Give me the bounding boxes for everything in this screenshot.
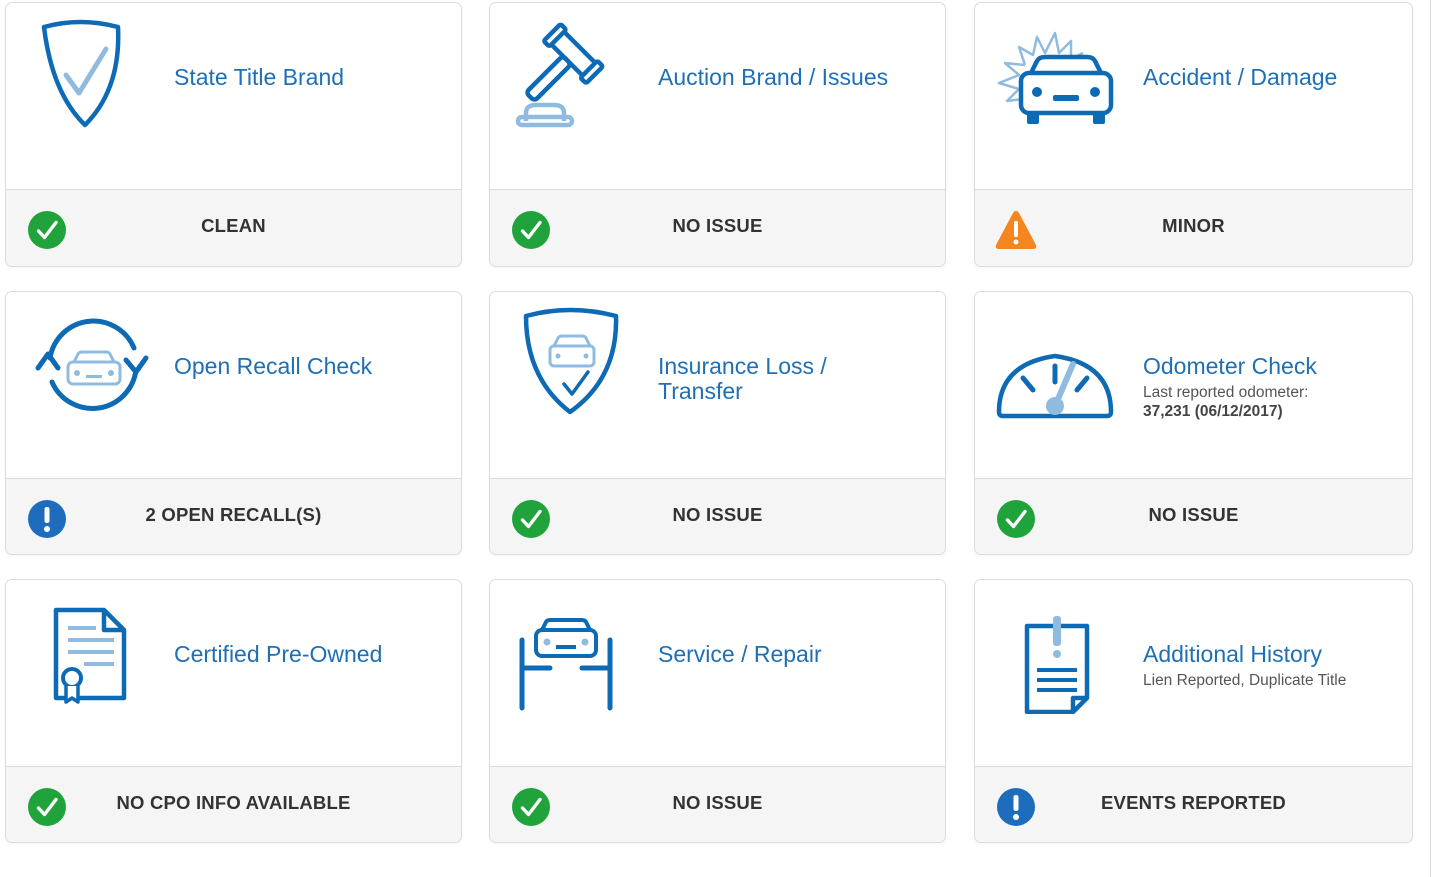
speedometer-icon [991,302,1127,426]
card-certified-pre-owned[interactable]: Certified Pre-Owned NO CPO INFO AVAILABL… [5,579,462,843]
card-title: State Title Brand [174,64,345,90]
shield-car-icon [506,302,642,426]
car-lift-icon [506,590,642,714]
status-label: NO CPO INFO AVAILABLE [116,792,351,813]
card-title: Open Recall Check [174,353,373,379]
scrollbar-edge [1430,0,1431,877]
card-accident-damage[interactable]: Accident / Damage MINOR [974,2,1413,267]
card-header: State Title Brand [6,3,461,189]
shield-check-icon [22,13,158,137]
card-state-title-brand[interactable]: State Title Brand CLEAN [5,2,462,267]
card-status-bar: MINOR [975,189,1412,266]
card-title: Accident / Damage [1143,64,1338,90]
card-odometer-check[interactable]: Odometer Check Last reported odometer: 3… [974,291,1413,555]
card-auction-brand[interactable]: Auction Brand / Issues NO ISSUE [489,2,946,267]
gavel-icon [506,13,642,137]
status-label: NO ISSUE [672,504,763,525]
status-label: NO ISSUE [1148,504,1239,525]
card-status-bar: NO CPO INFO AVAILABLE [6,766,461,842]
status-label: NO ISSUE [672,215,763,236]
card-title: Odometer Check Last reported odometer: 3… [1143,354,1402,421]
card-additional-history[interactable]: Additional History Lien Reported, Duplic… [974,579,1413,843]
card-header: Open Recall Check [6,292,461,478]
card-title: Auction Brand / Issues [658,64,889,90]
odometer-reading: 37,231 (06/12/2017) [1143,403,1283,420]
card-header: Auction Brand / Issues [490,3,945,189]
status-label: CLEAN [201,215,266,236]
card-status-bar: EVENTS REPORTED [975,766,1412,842]
status-label: EVENTS REPORTED [1101,792,1286,813]
card-open-recall[interactable]: Open Recall Check 2 OPEN RECALL(S) [5,291,462,555]
status-label: MINOR [1162,215,1225,236]
card-service-repair[interactable]: Service / Repair NO ISSUE [489,579,946,843]
card-status-bar: NO ISSUE [490,766,945,842]
certificate-icon [22,590,158,714]
card-header: Odometer Check Last reported odometer: 3… [975,292,1412,478]
status-label: NO ISSUE [672,792,763,813]
card-header: Accident / Damage [975,3,1412,189]
card-status-bar: CLEAN [6,189,461,266]
odometer-subtitle: Last reported odometer: [1143,384,1309,401]
card-title: Certified Pre-Owned [174,641,383,667]
card-title: Insurance Loss / Transfer [658,353,827,404]
card-header: Additional History Lien Reported, Duplic… [975,580,1412,766]
card-header: Certified Pre-Owned [6,580,461,766]
odometer-title: Odometer Check [1143,353,1317,379]
clipboard-alert-icon [991,590,1127,714]
additional-history-title: Additional History [1143,641,1322,667]
card-status-bar: NO ISSUE [975,478,1412,554]
card-title: Service / Repair [658,641,822,667]
card-status-bar: NO ISSUE [490,478,945,554]
card-insurance-loss[interactable]: Insurance Loss / Transfer NO ISSUE [489,291,946,555]
status-label: 2 OPEN RECALL(S) [145,504,322,525]
additional-history-subtitle: Lien Reported, Duplicate Title [1143,672,1347,689]
card-title: Additional History Lien Reported, Duplic… [1143,642,1402,690]
car-recall-icon [22,302,158,426]
card-header: Insurance Loss / Transfer [490,292,945,478]
car-crash-icon [991,13,1127,137]
card-status-bar: NO ISSUE [490,189,945,266]
card-status-bar: 2 OPEN RECALL(S) [6,478,461,554]
card-header: Service / Repair [490,580,945,766]
